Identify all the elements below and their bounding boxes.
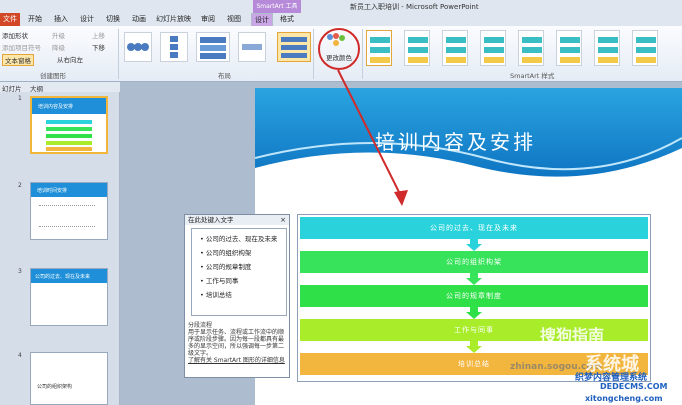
right-to-left-button[interactable]: 从右向左 [57, 54, 83, 64]
thumb-title: 公司的组织架构 [37, 384, 73, 390]
text-pane-description: 分段流程 用于显示任务、流程或工作流中的顺序或阶段步骤。因为每一段都具有最多的显… [188, 322, 286, 364]
window-title: 新员工入职培训 - Microsoft PowerPoint [350, 3, 479, 11]
text-pane-item[interactable]: • 公司的过去、现在及未来 [200, 233, 277, 243]
down-arrow-icon [466, 273, 482, 285]
group-label-styles: SmartArt 样式 [510, 72, 555, 80]
slide-number: 1 [18, 95, 22, 102]
smartart-bar[interactable]: 公司的规章制度 [300, 285, 648, 307]
annotation-arrow [337, 69, 408, 206]
smartart-bar-text: 公司的组织构架 [446, 258, 502, 266]
thumb-title: 公司的过去、现在及未来 [35, 274, 91, 280]
smartart-style-option[interactable] [632, 30, 658, 66]
close-icon[interactable]: × [280, 216, 286, 224]
smartart-bar[interactable]: 公司的组织构架 [300, 251, 648, 273]
watermark-text: DEDECMS.COM [600, 382, 668, 391]
tab-home[interactable]: 开始 [28, 14, 42, 24]
tab-slideshow[interactable]: 幻灯片放映 [156, 14, 191, 24]
tab-design[interactable]: 设计 [80, 14, 94, 24]
ribbon-separator [313, 29, 314, 79]
slide-number: 2 [18, 182, 22, 189]
layout-preview-icon [200, 37, 226, 59]
text-pane-item[interactable]: • 培训总结 [200, 289, 232, 299]
smartart-bar[interactable]: 公司的过去、现在及未来 [300, 217, 648, 239]
learn-more-link[interactable]: 了解有关 SmartArt 图形的详细信息 [188, 357, 286, 364]
text-pane-button[interactable]: 文本窗格 [2, 54, 34, 66]
smartart-style-option[interactable] [556, 30, 582, 66]
layout-option[interactable] [160, 32, 188, 62]
tab-view[interactable]: 视图 [227, 14, 241, 24]
title-bar: 新员工入职培训 - Microsoft PowerPoint [0, 0, 682, 13]
tab-file[interactable]: 文件 [0, 13, 20, 26]
layout-option[interactable] [124, 32, 152, 62]
smartart-style-option[interactable] [442, 30, 468, 66]
layout-option[interactable] [238, 32, 266, 62]
smartart-tools-context-tab: SmartArt 工具 [253, 0, 301, 13]
slide-number: 4 [18, 352, 22, 359]
down-arrow-icon [466, 307, 482, 319]
smartart-bar-text: 公司的过去、现在及未来 [430, 224, 518, 232]
add-shape-button[interactable]: 添加形状 [2, 30, 28, 40]
slide-thumbnail[interactable]: 公司的过去、现在及未来 [30, 268, 108, 326]
slide-thumbnail[interactable]: 培训内容及安排 [30, 96, 108, 154]
slides-panel-tabs: 幻灯片 大纲 [0, 82, 120, 93]
layout-preview-icon [281, 37, 307, 58]
watermark-text: xitongcheng.com [585, 394, 663, 403]
text-pane-title: 在此处键入文字 [185, 215, 289, 225]
text-pane-item[interactable]: • 公司的组织构架 [200, 247, 251, 257]
layout-option[interactable] [196, 32, 230, 62]
tab-smartart-design[interactable]: 设计 [251, 13, 273, 26]
down-arrow-icon [466, 239, 482, 251]
ribbon-tabs: 开始 插入 设计 切换 动画 幻灯片放映 审阅 视图 设计 格式 [0, 13, 682, 26]
move-down-button[interactable]: 下移 [92, 42, 105, 52]
layout-preview-icon [170, 36, 178, 58]
thumb-bar [46, 127, 92, 131]
text-pane-list[interactable]: • 公司的过去、现在及未来 • 公司的组织构架 • 公司的规章制度 • 工作与同… [191, 228, 287, 316]
smartart-bar-text: 公司的规章制度 [446, 292, 502, 300]
thumb-title: 培训时间安排 [37, 188, 68, 194]
promote-button[interactable]: 升级 [52, 30, 65, 40]
watermark-text: 搜狗指南 [540, 326, 605, 345]
thumb-bar [46, 134, 92, 138]
layout-preview-icon [242, 44, 262, 50]
group-label-layout: 布局 [218, 72, 231, 80]
thumb-bar [46, 141, 92, 145]
smartart-text-pane[interactable]: 在此处键入文字 × • 公司的过去、现在及未来 • 公司的组织构架 • 公司的规… [184, 214, 290, 378]
tab-transitions[interactable]: 切换 [106, 14, 120, 24]
slide-thumbnail[interactable]: 公司的组织架构 [30, 352, 108, 405]
layout-preview-icon [127, 43, 149, 51]
smartart-style-option[interactable] [518, 30, 544, 66]
slide-number: 3 [18, 268, 22, 275]
demote-button[interactable]: 降级 [52, 42, 65, 52]
tab-insert[interactable]: 插入 [54, 14, 68, 24]
thumb-bar [46, 147, 92, 151]
thumb-title: 培训内容及安排 [38, 104, 74, 110]
smartart-bar-text: 工作与同事 [454, 326, 494, 334]
slide-thumbnail[interactable]: 培训时间安排 [30, 182, 108, 240]
tab-animations[interactable]: 动画 [132, 14, 146, 24]
ribbon-separator [118, 29, 119, 79]
tab-review[interactable]: 审阅 [201, 14, 215, 24]
down-arrow-icon [466, 341, 482, 353]
group-label-create: 创建图形 [40, 72, 66, 80]
add-bullet-button[interactable]: 添加项目符号 [2, 42, 41, 52]
text-pane-item[interactable]: • 公司的规章制度 [200, 261, 251, 271]
smartart-style-option[interactable] [480, 30, 506, 66]
layout-option-selected[interactable] [277, 32, 311, 62]
thumb-text-lines [39, 205, 95, 227]
thumb-bar [46, 120, 92, 124]
smartart-style-option[interactable] [594, 30, 620, 66]
text-pane-desc-title: 分段流程 [188, 322, 213, 329]
tab-smartart-format[interactable]: 格式 [280, 14, 294, 24]
smartart-bar-text: 培训总结 [458, 360, 490, 368]
text-pane-desc-body: 用于显示任务、流程或工作流中的顺序或阶段步骤。因为每一段都具有最多的显示空间，所… [188, 329, 285, 357]
text-pane-item[interactable]: • 工作与同事 [200, 275, 238, 285]
move-up-button[interactable]: 上移 [92, 30, 105, 40]
